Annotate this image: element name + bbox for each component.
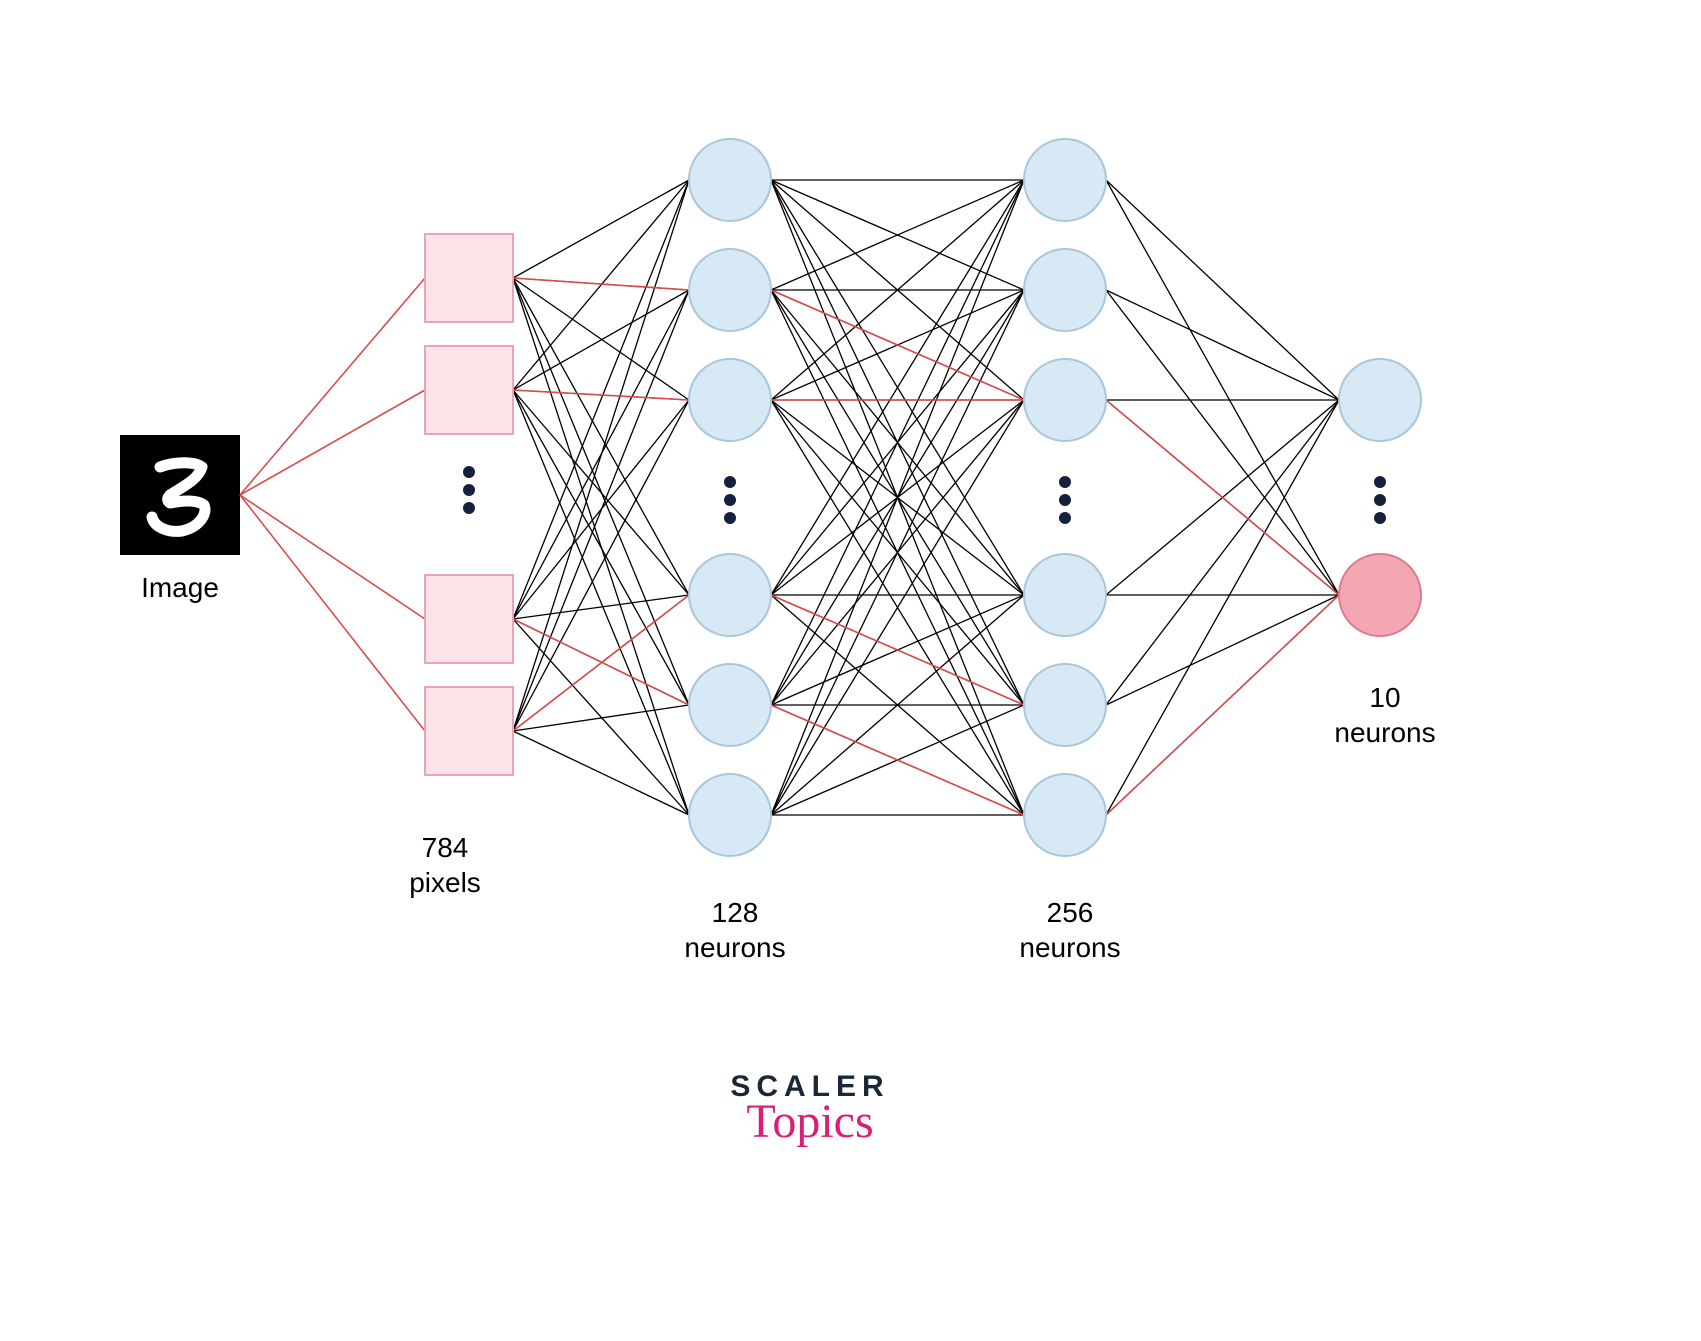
diagram-root: Image 784 pixels 128 neurons 256 neurons…: [0, 0, 1701, 1341]
hidden2-label: 256 neurons: [990, 895, 1150, 965]
output-label: 10 neurons: [1305, 680, 1465, 750]
input-layer-label: 784 pixels: [370, 830, 520, 900]
scaler-topics-logo: SCALER Topics: [700, 1070, 920, 1149]
image-label: Image: [120, 570, 240, 605]
hidden1-label: 128 neurons: [655, 895, 815, 965]
